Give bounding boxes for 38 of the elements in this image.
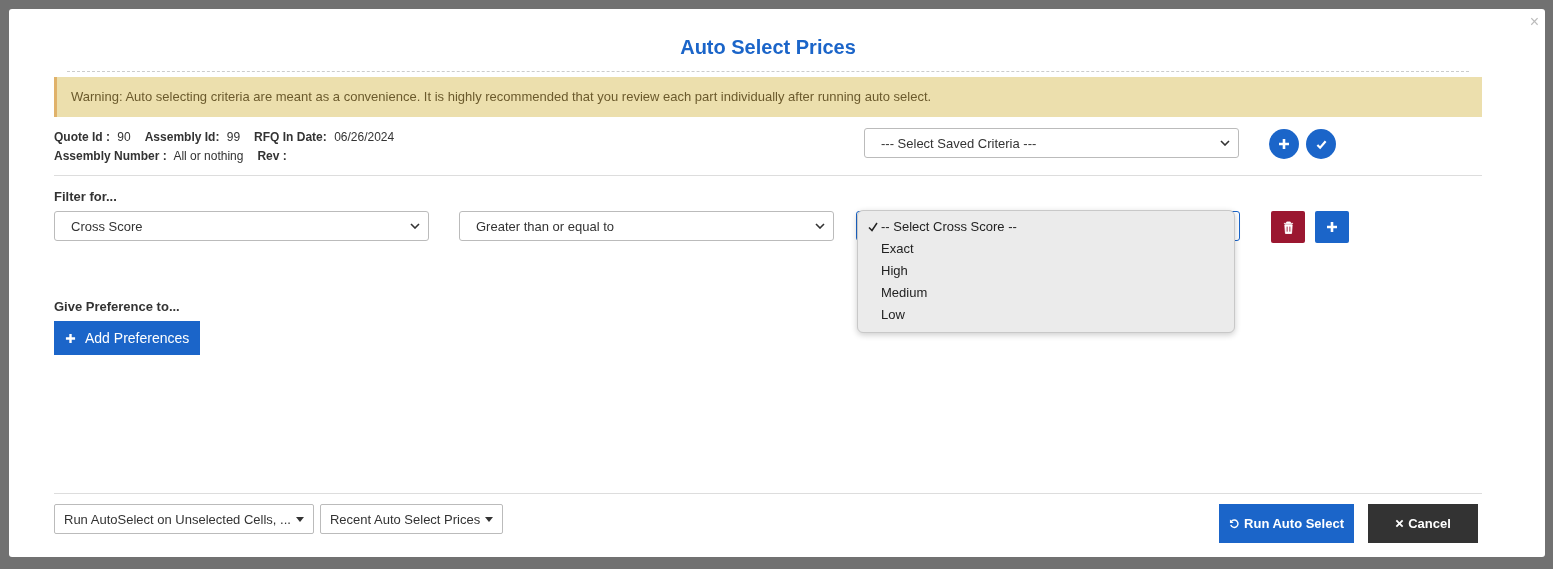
dialog-title: Auto Select Prices <box>67 9 1469 72</box>
dropdown-option[interactable]: Low <box>858 304 1234 326</box>
chevron-icon <box>1220 140 1230 146</box>
dropdown-button[interactable]: Recent Auto Select Prices <box>319 504 504 534</box>
info-field: RFQ In Date: 06/26/2024 <box>254 128 395 147</box>
info-field: Quote Id : 90 <box>54 128 131 147</box>
undo-icon <box>1229 518 1241 529</box>
caret-icon <box>295 516 304 522</box>
delete-button[interactable] <box>1271 211 1305 243</box>
operator-select[interactable]: Greater than or equal to <box>459 211 834 241</box>
add-preferences-button[interactable]: Add Preferences <box>54 321 201 355</box>
info-field: Rev : <box>257 147 287 166</box>
caret-icon <box>485 516 494 522</box>
run-auto-select-button[interactable]: Run Auto Select <box>1219 504 1354 543</box>
chevron-icon <box>815 223 825 229</box>
section-label: Give Preference to... <box>54 299 181 314</box>
checkmark-icon <box>1315 138 1327 150</box>
info-field: Assembly Id: 99 <box>144 128 241 147</box>
saved-criteria-select[interactable]: --- Select Saved Criteria --- <box>864 128 1239 158</box>
dropdown-option[interactable]: -- Select Cross Score -- <box>858 216 1234 238</box>
warning-banner: Warning: Auto selecting criteria are meant as a convenience. It is highly recommended that you review each part individually after running auto select. <box>54 77 1482 117</box>
add-filter-button[interactable] <box>1315 211 1349 243</box>
cancel-button[interactable]: Cancel <box>1368 504 1478 543</box>
save-criteria-button[interactable] <box>1306 129 1336 159</box>
plus-icon <box>65 332 76 344</box>
plus-icon <box>1326 221 1338 233</box>
dropdown-button[interactable]: Run AutoSelect on Unselected Cells, ... <box>54 504 314 534</box>
trash-icon <box>1282 220 1294 234</box>
plus-icon <box>1278 138 1290 150</box>
info-field: Assembly Number : All or nothing <box>54 147 244 166</box>
dropdown-option[interactable]: High <box>858 260 1234 282</box>
close-icon <box>1395 519 1405 528</box>
add-criteria-button[interactable] <box>1269 129 1299 159</box>
chevron-icon <box>410 223 420 229</box>
field-select[interactable]: Cross Score <box>54 211 429 241</box>
section-label: Filter for... <box>54 189 118 204</box>
dropdown-option[interactable]: Medium <box>858 282 1234 304</box>
dropdown-option[interactable]: Exact <box>858 238 1234 260</box>
